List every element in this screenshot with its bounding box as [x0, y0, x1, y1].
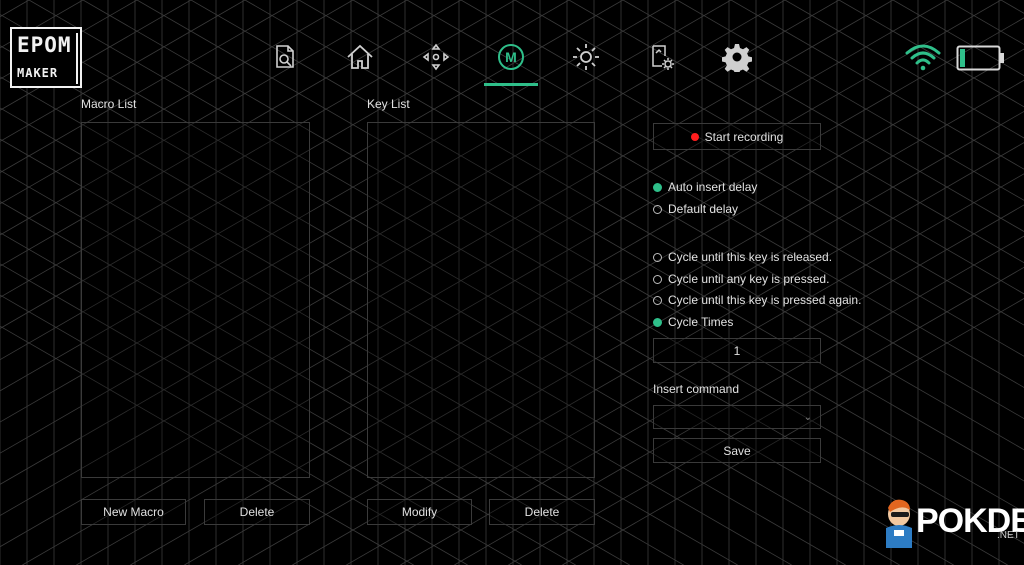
radio-indicator: [653, 317, 662, 327]
radio-indicator: [653, 274, 662, 284]
radio-label: Cycle until this key is pressed again.: [668, 293, 862, 307]
nav-search-document-icon[interactable]: [268, 40, 302, 74]
radio-indicator: [653, 252, 662, 262]
radio-cycle-until-released[interactable]: Cycle until this key is released.: [653, 249, 832, 265]
record-dot-icon: [690, 132, 699, 141]
battery-icon: [956, 44, 1006, 72]
logo-text-bottom: MAKER: [17, 66, 59, 80]
radio-indicator: [653, 295, 662, 305]
radio-cycle-times[interactable]: Cycle Times: [653, 314, 733, 330]
macro-list-panel[interactable]: [81, 122, 310, 478]
key-list-title: Key List: [367, 97, 410, 111]
radio-label: Auto insert delay: [668, 180, 758, 194]
delete-macro-button[interactable]: Delete: [204, 499, 310, 525]
insert-command-select[interactable]: ⌄: [653, 405, 821, 429]
modify-key-button[interactable]: Modify: [367, 499, 472, 525]
epomaker-logo: EPOM MAKER: [10, 27, 82, 88]
delete-key-button[interactable]: Delete: [489, 499, 595, 525]
radio-cycle-until-any-key[interactable]: Cycle until any key is pressed.: [653, 271, 829, 287]
logo-text-top: EPOM: [17, 33, 72, 57]
pokde-watermark: POKDE .NET: [880, 494, 1024, 554]
nav-gear-icon[interactable]: [720, 40, 754, 74]
radio-label: Cycle until any key is pressed.: [668, 272, 830, 286]
mascot-icon: [886, 499, 912, 548]
nav-move-arrows-icon[interactable]: [419, 40, 453, 74]
cycle-times-input[interactable]: 1: [653, 338, 821, 363]
macro-list-title: Macro List: [81, 97, 137, 111]
key-list-panel[interactable]: [367, 122, 595, 478]
nav-device-settings-icon[interactable]: [645, 40, 679, 74]
radio-indicator: [653, 182, 662, 192]
radio-auto-insert-delay[interactable]: Auto insert delay: [653, 179, 757, 195]
radio-cycle-until-pressed-again[interactable]: Cycle until this key is pressed again.: [653, 292, 861, 308]
watermark-suffix: .NET: [997, 530, 1020, 541]
radio-indicator: [653, 204, 662, 214]
start-recording-label: Start recording: [704, 129, 784, 144]
wifi-icon: [904, 43, 942, 73]
start-recording-button[interactable]: Start recording: [653, 123, 821, 150]
chevron-down-icon: ⌄: [803, 412, 812, 423]
radio-default-delay[interactable]: Default delay: [653, 201, 738, 217]
logo-bar: [76, 33, 78, 84]
new-macro-button[interactable]: New Macro: [81, 499, 186, 525]
radio-label: Default delay: [668, 202, 739, 216]
nav-home-icon[interactable]: [343, 40, 377, 74]
nav-macro-icon[interactable]: M: [494, 40, 528, 74]
radio-label: Cycle Times: [668, 315, 734, 329]
save-button[interactable]: Save: [653, 438, 821, 463]
nav-active-indicator: [484, 83, 538, 86]
insert-command-label: Insert command: [653, 382, 740, 396]
radio-label: Cycle until this key is released.: [668, 250, 833, 264]
macro-icon-letter: M: [505, 49, 517, 65]
nav-brightness-icon[interactable]: [569, 40, 603, 74]
